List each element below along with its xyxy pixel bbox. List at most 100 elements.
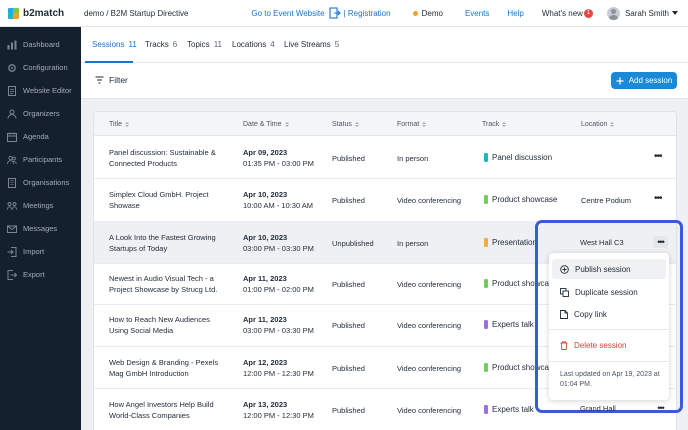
chevron-down-icon: [672, 11, 678, 15]
tab-count: 5: [334, 40, 340, 49]
registration-link[interactable]: | Registration: [344, 9, 391, 18]
sidebar-item-organizers[interactable]: Organizers: [0, 102, 81, 125]
session-status: Published: [332, 321, 365, 330]
export-icon: [7, 269, 17, 280]
duplicate-session-button[interactable]: Duplicate session: [552, 282, 666, 302]
session-track: Panel discussion: [484, 152, 552, 163]
track-color-swatch: [484, 363, 488, 372]
go-to-event-link[interactable]: Go to Event Website: [251, 9, 324, 18]
tab-count: 11: [128, 40, 137, 49]
session-track: Product showcase: [484, 194, 557, 205]
tab-live-streams[interactable]: Live Streams 5: [284, 40, 339, 49]
sidebar-item-import[interactable]: Import: [0, 240, 81, 263]
tab-label: Tracks: [145, 40, 169, 49]
menu-item-label: Copy link: [574, 309, 607, 319]
sidebar-item-agenda[interactable]: Agenda: [0, 125, 81, 148]
track-color-swatch: [484, 195, 488, 204]
avatar[interactable]: [606, 6, 620, 20]
sidebar-item-messages[interactable]: Messages: [0, 217, 81, 240]
tab-count: 11: [213, 40, 222, 49]
more-options-icon[interactable]: •••: [653, 402, 668, 414]
sidebar-item-configuration[interactable]: Configuration: [0, 56, 81, 79]
top-bar: b2match demo / B2M Startup Directive Go …: [0, 0, 688, 27]
session-location: Centre Podium: [581, 196, 632, 205]
track-label: Experts talk: [492, 405, 534, 414]
building-icon: [8, 177, 16, 188]
column-track[interactable]: Track: [482, 121, 507, 128]
breadcrumb[interactable]: demo / B2M Startup Directive: [84, 9, 188, 18]
session-track: Experts talk: [484, 319, 534, 330]
document-icon: [8, 85, 16, 96]
sidebar-item-participants[interactable]: Participants: [0, 148, 81, 171]
sidebar-item-organisations[interactable]: Organisations: [0, 171, 81, 194]
demo-label: Demo: [421, 8, 443, 18]
session-date: Apr 09, 2023: [243, 148, 288, 157]
tab-topics[interactable]: Topics 11: [187, 40, 222, 49]
demo-status[interactable]: Demo: [412, 8, 443, 18]
session-title[interactable]: Simplex Cloud GmbH. Project Showase: [109, 189, 229, 211]
table-row[interactable]: Simplex Cloud GmbH. Project Showase Apr …: [94, 179, 676, 222]
session-title[interactable]: A Look Into the Fastest Growing Startups…: [109, 232, 229, 254]
column-location[interactable]: Location: [581, 121, 615, 128]
session-format: Video conferencing: [397, 196, 462, 205]
session-track: Experts talk: [484, 404, 534, 415]
session-date-time: Apr 13, 2023 12:00 PM - 12:30 PM: [243, 399, 314, 421]
tab-bar: Sessions 11 Tracks 6 Topics 11 Locations 4 L…: [81, 27, 688, 63]
users-icon: [7, 155, 17, 164]
tab-locations[interactable]: Locations 4: [232, 40, 275, 49]
column-title[interactable]: Title: [109, 121, 129, 128]
trash-icon: [560, 340, 568, 350]
logo[interactable]: b2match: [0, 7, 81, 19]
more-options-icon[interactable]: •••: [654, 193, 662, 204]
filter-icon: [95, 76, 104, 84]
session-title[interactable]: How Angel Investors Help Build World-Cla…: [109, 399, 229, 421]
table-header: Title Date & Time Status Format Track Lo…: [94, 112, 676, 136]
menu-item-label: Duplicate session: [575, 287, 638, 297]
add-session-button[interactable]: Add session: [611, 72, 677, 89]
sidebar-item-dashboard[interactable]: Dashboard: [0, 33, 81, 56]
session-status: Published: [332, 154, 365, 163]
top-navigation: Go to Event Website | Registration Demo …: [251, 6, 688, 20]
delete-session-button[interactable]: Delete session: [552, 335, 666, 355]
people-icon: [7, 109, 17, 119]
session-status: Published: [332, 196, 365, 205]
tab-sessions[interactable]: Sessions 11: [92, 40, 137, 49]
column-format[interactable]: Format: [397, 121, 427, 128]
column-date-time[interactable]: Date & Time: [243, 121, 289, 128]
track-label: Panel discussion: [492, 153, 553, 162]
sidebar-item-label: Export: [23, 270, 45, 279]
help-link[interactable]: Help: [507, 9, 523, 18]
filter-button[interactable]: Filter: [95, 75, 128, 85]
menu-item-label: Publish session: [575, 264, 631, 274]
add-session-label: Add session: [628, 76, 673, 85]
sidebar-item-export[interactable]: Export: [0, 263, 81, 286]
session-title[interactable]: How to Reach New Audiences Using Social …: [109, 314, 229, 336]
user-menu[interactable]: Sarah Smith: [625, 9, 678, 18]
events-link[interactable]: Events: [465, 9, 489, 18]
session-title[interactable]: Newest in Audio Visual Tech - a Project …: [109, 273, 229, 295]
menu-item-label: Delete session: [574, 340, 627, 350]
session-title[interactable]: Panel discussion: Sustainable & Connecte…: [109, 147, 229, 169]
more-options-icon[interactable]: •••: [653, 236, 668, 248]
column-status[interactable]: Status: [332, 121, 359, 128]
session-title[interactable]: Web Design & Branding - Pexels Mag GmbH …: [109, 357, 229, 379]
copy-link-button[interactable]: Copy link: [552, 304, 666, 324]
session-time: 12:00 PM - 12:30 PM: [243, 369, 314, 378]
column-label: Status: [332, 121, 352, 128]
sort-icon: [422, 121, 427, 128]
session-time: 12:00 PM - 12:30 PM: [243, 411, 314, 420]
whats-new-label: What's new: [541, 8, 583, 18]
sidebar-item-meetings[interactable]: Meetings: [0, 194, 81, 217]
table-row[interactable]: Panel discussion: Sustainable & Connecte…: [94, 137, 676, 179]
publish-session-button[interactable]: Publish session: [552, 259, 666, 279]
sidebar-item-website-editor[interactable]: Website Editor: [0, 79, 81, 102]
session-date: Apr 12, 2023: [243, 358, 288, 367]
whats-new-button[interactable]: What's new 1: [541, 8, 593, 18]
session-context-menu: Publish session Duplicate session Copy l…: [549, 253, 669, 400]
session-format: Video conferencing: [397, 406, 462, 415]
session-format: In person: [397, 154, 429, 163]
session-format: Video conferencing: [397, 364, 462, 373]
more-options-icon[interactable]: •••: [654, 151, 662, 162]
import-icon: [7, 246, 17, 257]
tab-tracks[interactable]: Tracks 6: [145, 40, 177, 49]
